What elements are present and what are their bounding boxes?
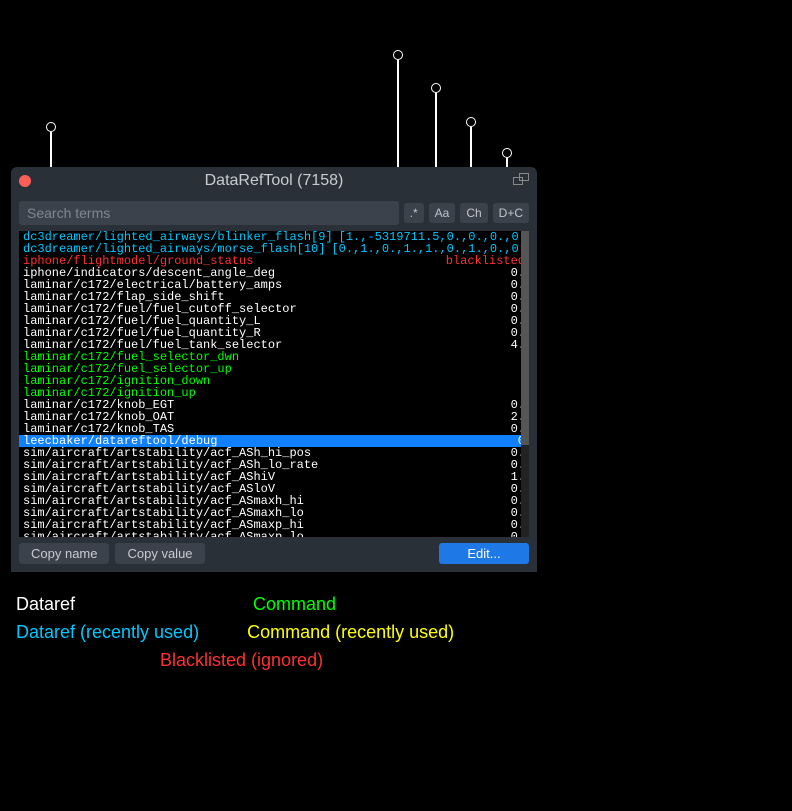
filter-regex-button[interactable]: .* (404, 203, 424, 223)
legend-blacklisted: Blacklisted (ignored) (160, 650, 323, 670)
toolbar: .* Aa Ch D+C (11, 195, 537, 231)
close-icon[interactable] (19, 175, 31, 187)
filter-changed-button[interactable]: Ch (460, 203, 487, 223)
copy-name-button[interactable]: Copy name (19, 543, 109, 564)
search-input[interactable] (19, 201, 399, 225)
filter-case-button[interactable]: Aa (429, 203, 456, 223)
scrollbar-thumb[interactable] (521, 231, 529, 445)
dataref-list[interactable]: dc3dreamer/lighted_airways/blinker_flash… (19, 231, 529, 537)
datareftool-window: DataRefTool (7158) .* Aa Ch D+C dc3dream… (11, 167, 537, 572)
legend-command-recent: Command (recently used) (247, 618, 454, 646)
legend: Dataref Command Dataref (recently used) … (16, 590, 454, 674)
list-item[interactable]: sim/aircraft/artstability/acf_ASmaxp_lo0… (19, 531, 529, 537)
legend-command: Command (253, 590, 336, 618)
legend-dataref-recent: Dataref (recently used) (16, 618, 199, 646)
window-title: DataRefTool (7158) (11, 172, 537, 190)
copy-value-button[interactable]: Copy value (115, 543, 204, 564)
scrollbar[interactable] (521, 231, 529, 537)
edit-button[interactable]: Edit... (439, 543, 529, 564)
filter-type-button[interactable]: D+C (493, 203, 529, 223)
legend-dataref: Dataref (16, 590, 75, 618)
popout-icon[interactable] (513, 173, 529, 187)
bottom-bar: Copy name Copy value Edit... (11, 543, 537, 572)
title-bar[interactable]: DataRefTool (7158) (11, 167, 537, 195)
item-name: sim/aircraft/artstability/acf_ASmaxp_lo (23, 531, 304, 537)
